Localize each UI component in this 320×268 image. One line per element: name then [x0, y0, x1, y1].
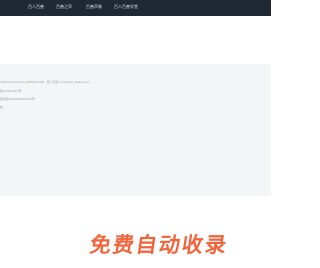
nav-item-voice[interactable]: 百善之声: [56, 4, 72, 10]
main-nav: 百人百善 百善之声 百善声像 百人百善学堂: [0, 0, 271, 16]
footer-site-text: 站: [0, 105, 4, 109]
nav-item-home[interactable]: 百人百善: [28, 4, 44, 10]
nav-item-school[interactable]: 百人百善学堂: [114, 4, 138, 10]
footer-copyright: 2022 Powered by EJEOR.COM · 百人百善 All Rig…: [0, 80, 89, 84]
footer-icp-link[interactable]: 备12001287号: [0, 89, 21, 93]
promo-banner-text: 免费自动收录: [88, 233, 230, 257]
top-navbar: 百人百善 百善之声 百善声像 百人百善学堂: [0, 0, 271, 16]
footer-police-link[interactable]: 网安备000000000001号: [0, 97, 35, 101]
nav-item-media[interactable]: 百善声像: [86, 4, 102, 10]
